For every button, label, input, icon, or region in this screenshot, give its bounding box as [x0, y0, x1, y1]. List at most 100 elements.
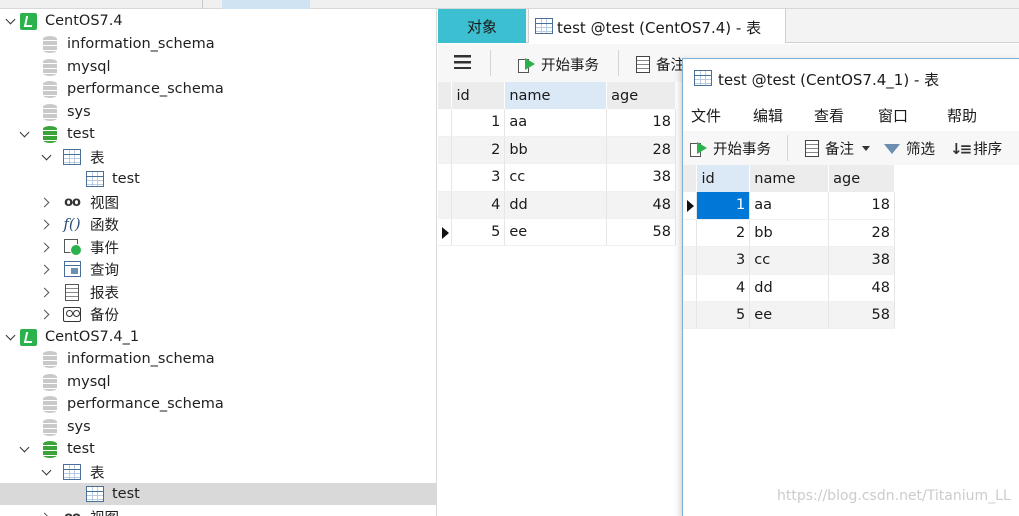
chevron-right-icon[interactable] — [38, 241, 50, 253]
column-header-id[interactable]: id — [451, 82, 506, 109]
tree-node-connection[interactable]: CentOS7.4 — [0, 10, 436, 32]
tree-node-reports[interactable]: 报表 — [0, 281, 436, 303]
chevron-down-icon[interactable] — [40, 151, 52, 163]
table-row[interactable]: 5 ee 58 — [438, 218, 676, 247]
cell-name[interactable]: cc — [749, 246, 830, 275]
column-header-name[interactable]: name — [504, 82, 608, 109]
tree-node-events[interactable]: 事件 — [0, 236, 436, 258]
cell-age[interactable]: 38 — [828, 246, 895, 275]
table-row[interactable]: 2 bb 28 — [683, 219, 895, 248]
row-marker[interactable] — [438, 191, 453, 220]
row-marker[interactable] — [438, 109, 453, 137]
tree-node-database[interactable]: performance_schema — [0, 393, 436, 415]
chevron-down-icon[interactable] — [4, 15, 16, 27]
tree-node-database[interactable]: performance_schema — [0, 78, 436, 100]
tree-node-backups[interactable]: 备份 — [0, 303, 436, 325]
tree-node-database[interactable]: mysql — [0, 56, 436, 78]
tab-table-test-centos74[interactable]: test @test (CentOS7.4) - 表 — [528, 9, 786, 43]
row-marker[interactable] — [683, 301, 698, 330]
tree-node-connection[interactable]: CentOS7.4_1 — [0, 326, 436, 348]
cell-id[interactable]: 5 — [696, 301, 751, 330]
row-marker[interactable] — [683, 274, 698, 303]
cell-id[interactable]: 4 — [696, 274, 751, 303]
sort-button[interactable]: ↓≡ 排序 — [950, 138, 1002, 159]
column-header-name[interactable]: name — [749, 165, 830, 192]
table-row[interactable]: 1 aa 18 — [683, 192, 895, 220]
cell-name[interactable]: dd — [749, 274, 830, 303]
chevron-down-icon[interactable] — [862, 146, 870, 151]
table-row[interactable]: 3 cc 38 — [438, 163, 676, 192]
cell-name[interactable]: bb — [504, 136, 608, 165]
chevron-right-icon[interactable] — [38, 308, 50, 320]
row-marker[interactable] — [683, 219, 698, 248]
cell-id[interactable]: 3 — [696, 246, 751, 275]
tree-node-queries[interactable]: 查询 — [0, 258, 436, 280]
tab-objects[interactable]: 对象 — [438, 9, 526, 43]
memo-button[interactable]: 备注 — [805, 138, 870, 159]
cell-name[interactable]: dd — [504, 191, 608, 220]
row-marker[interactable] — [438, 218, 453, 247]
table-row[interactable]: 5 ee 58 — [683, 301, 895, 330]
table-row[interactable]: 3 cc 38 — [683, 246, 895, 275]
tree-node-functions[interactable]: f() 函数 — [0, 213, 436, 235]
cell-age[interactable]: 48 — [606, 191, 676, 220]
cell-id[interactable]: 3 — [451, 163, 506, 192]
tree-node-views[interactable]: oo 视图 — [0, 191, 436, 213]
menu-window[interactable]: 窗口 — [878, 105, 908, 126]
tree-node-tables[interactable]: 表 — [0, 461, 436, 483]
chevron-right-icon[interactable] — [38, 511, 50, 516]
cell-id[interactable]: 2 — [451, 136, 506, 165]
tree-node-table-selected[interactable]: test — [0, 483, 436, 505]
column-header-id[interactable]: id — [696, 165, 751, 192]
chevron-down-icon[interactable] — [18, 128, 30, 140]
cell-age[interactable]: 58 — [606, 218, 676, 247]
row-marker[interactable] — [438, 136, 453, 165]
menu-edit[interactable]: 编辑 — [753, 105, 783, 126]
cell-id-selected[interactable]: 1 — [696, 192, 751, 220]
tree-node-database[interactable]: information_schema — [0, 348, 436, 370]
cell-name[interactable]: aa — [504, 109, 608, 137]
table-row[interactable]: 2 bb 28 — [438, 136, 676, 165]
chevron-down-icon[interactable] — [18, 443, 30, 455]
chevron-right-icon[interactable] — [38, 286, 50, 298]
window-title-bar[interactable]: test @test (CentOS7.4_1) - 表 — [683, 59, 1019, 97]
cell-name[interactable]: bb — [749, 219, 830, 248]
column-header-age[interactable]: age — [828, 165, 895, 192]
cell-name[interactable]: cc — [504, 163, 608, 192]
menu-file[interactable]: 文件 — [691, 105, 721, 126]
chevron-right-icon[interactable] — [38, 263, 50, 275]
table-row[interactable]: 4 dd 48 — [438, 191, 676, 220]
table-row[interactable]: 4 dd 48 — [683, 274, 895, 303]
memo-button[interactable]: 备注 — [636, 54, 685, 75]
cell-name[interactable]: ee — [749, 301, 830, 330]
cell-id[interactable]: 4 — [451, 191, 506, 220]
cell-age[interactable]: 18 — [828, 192, 895, 220]
table-row[interactable]: 1 aa 18 — [438, 109, 676, 137]
row-marker[interactable] — [438, 163, 453, 192]
tree-node-database[interactable]: mysql — [0, 371, 436, 393]
cell-name[interactable]: aa — [749, 192, 830, 220]
cell-age[interactable]: 58 — [828, 301, 895, 330]
tree-node-tables[interactable]: 表 — [0, 146, 436, 168]
cell-name[interactable]: ee — [504, 218, 608, 247]
active-strip-segment[interactable] — [222, 0, 310, 9]
cell-id[interactable]: 5 — [451, 218, 506, 247]
tree-node-database-open[interactable]: test — [0, 123, 436, 145]
tree-node-database[interactable]: sys — [0, 416, 436, 438]
cell-id[interactable]: 1 — [451, 109, 506, 137]
tree-node-views[interactable]: oo 视图 — [0, 506, 436, 516]
tree-node-table[interactable]: test — [0, 168, 436, 190]
cell-age[interactable]: 48 — [828, 274, 895, 303]
chevron-down-icon[interactable] — [4, 331, 16, 343]
menu-view[interactable]: 查看 — [814, 105, 844, 126]
chevron-right-icon[interactable] — [38, 196, 50, 208]
chevron-right-icon[interactable] — [38, 218, 50, 230]
row-marker[interactable] — [683, 246, 698, 275]
menu-icon[interactable] — [454, 55, 471, 69]
chevron-down-icon[interactable] — [40, 466, 52, 478]
begin-transaction-button[interactable]: 开始事务 — [690, 138, 771, 159]
filter-button[interactable]: 筛选 — [884, 138, 935, 159]
tree-node-database[interactable]: sys — [0, 101, 436, 123]
cell-age[interactable]: 28 — [828, 219, 895, 248]
tree-node-database[interactable]: information_schema — [0, 33, 436, 55]
